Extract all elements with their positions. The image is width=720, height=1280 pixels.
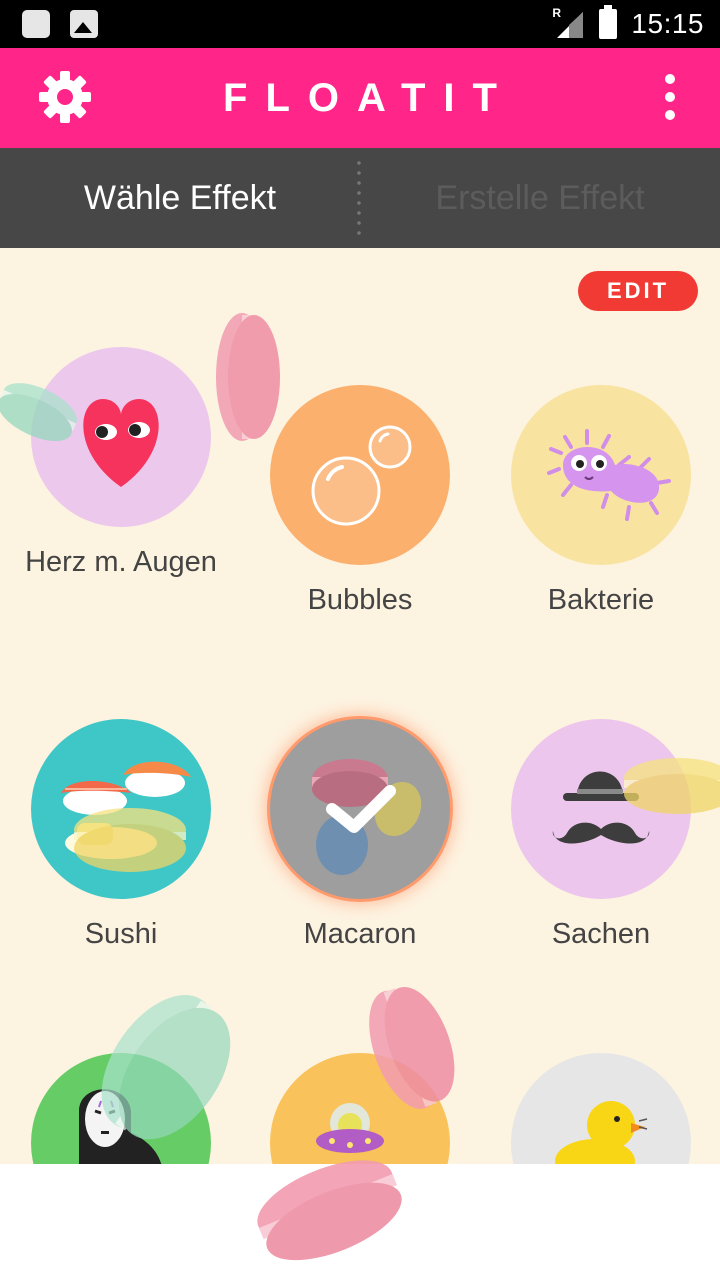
effect-label: Macaron — [303, 918, 417, 950]
effect-label: Bubbles — [307, 584, 413, 616]
tab-create-effect[interactable]: Erstelle Effekt — [360, 148, 720, 248]
effect-label: Herz m. Augen — [25, 546, 217, 578]
sushi-icon — [31, 719, 211, 899]
effect-heart-with-eyes[interactable]: Herz m. Augen — [25, 347, 217, 581]
effect-bacteria[interactable]: Bakterie — [511, 385, 691, 619]
app-bar: FLOATIT — [0, 48, 720, 148]
notification-app-icon — [22, 10, 50, 38]
edit-button[interactable]: EDIT — [578, 271, 698, 311]
bacteria-icon — [511, 385, 691, 565]
duck-icon — [511, 1053, 691, 1164]
bubbles-icon — [270, 385, 450, 565]
overflow-menu-icon[interactable] — [658, 74, 682, 120]
effect-things[interactable]: Sachen — [511, 719, 691, 953]
image-notification-icon — [70, 10, 98, 38]
status-time: 15:15 — [631, 8, 704, 39]
battery-icon — [599, 5, 618, 39]
effect-duck[interactable] — [511, 1053, 691, 1164]
heart-with-eyes-icon — [31, 347, 211, 527]
macaron-icon — [270, 719, 450, 899]
effect-sushi[interactable]: Sushi — [31, 719, 211, 953]
hat-mustache-icon — [511, 719, 691, 899]
effect-bubbles[interactable]: Bubbles — [270, 385, 450, 619]
status-bar: R 15:15 — [0, 0, 720, 48]
effect-macaron-selected[interactable]: Macaron — [270, 719, 450, 953]
signal-icon: R — [552, 6, 585, 38]
effects-grid: EDIT Herz m. Augen Bubbles Bakterie Sush… — [0, 248, 720, 1164]
effect-ufo[interactable] — [270, 1053, 450, 1164]
effect-no-face[interactable] — [31, 1053, 211, 1164]
app-title: FLOATIT — [223, 76, 515, 120]
bottom-panel — [0, 1164, 720, 1280]
tab-bar: Wähle Effekt Erstelle Effekt — [0, 148, 720, 248]
effect-label: Bakterie — [547, 584, 655, 616]
no-face-icon — [31, 1053, 211, 1164]
effect-label: Sachen — [551, 918, 651, 950]
ufo-icon — [270, 1053, 450, 1164]
effect-label: Sushi — [84, 918, 158, 950]
tab-choose-effect[interactable]: Wähle Effekt — [0, 148, 360, 248]
